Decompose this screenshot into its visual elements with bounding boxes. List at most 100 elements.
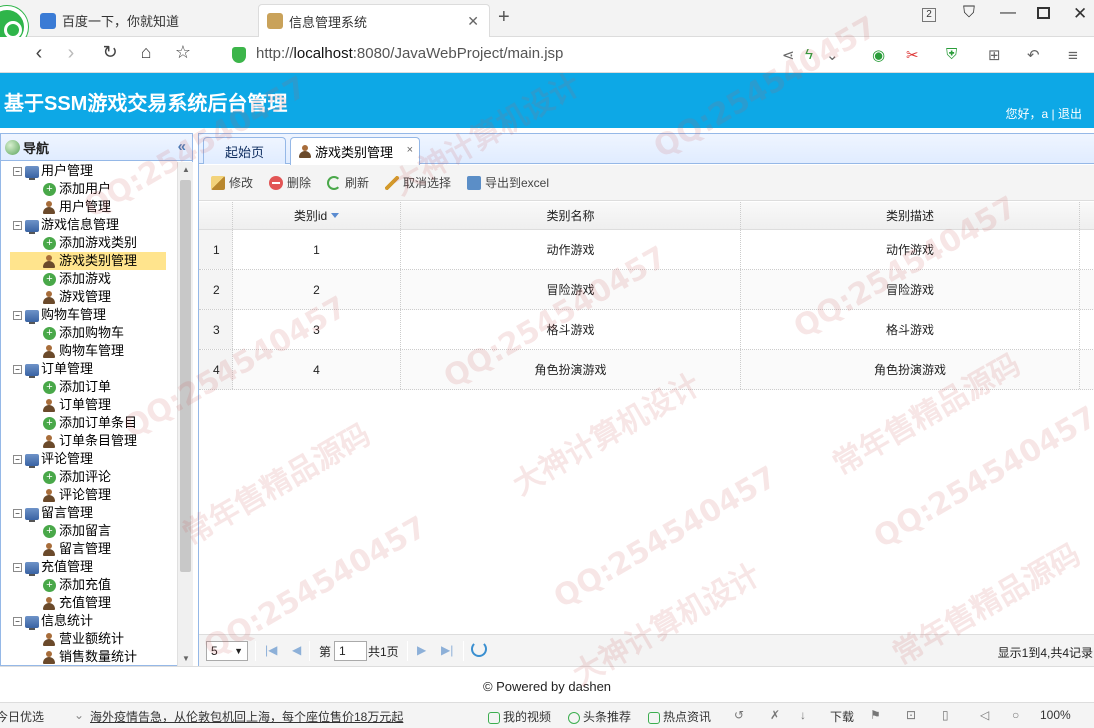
forward-icon[interactable]: › (58, 42, 84, 65)
flag-icon[interactable]: ⚑ (870, 708, 881, 722)
shirt-icon[interactable]: ⛉ (963, 4, 975, 22)
loop-icon[interactable]: ↺ (734, 708, 744, 722)
nav-item[interactable]: + 添加充值 (1, 576, 176, 594)
lightning-icon[interactable]: ϟ (805, 46, 813, 63)
nav-item[interactable]: 游戏类别管理 (10, 252, 166, 270)
shield-extension-icon[interactable]: ⛨ (946, 46, 957, 63)
collapse-toggle-icon[interactable]: − (13, 311, 22, 321)
phone-icon[interactable]: ▯ (942, 708, 949, 722)
cancel-select-button[interactable]: 取消选择 (385, 174, 451, 192)
collapse-toggle-icon[interactable]: − (13, 365, 22, 375)
magnifier-icon[interactable]: ○ (1012, 708, 1019, 722)
scrollbar-thumb[interactable] (180, 180, 191, 572)
nav-item[interactable]: + 添加用户 (1, 180, 176, 198)
nav-group[interactable]: − 订单管理 (1, 360, 176, 378)
close-window-icon[interactable]: ✕ (1073, 4, 1087, 24)
first-page-icon[interactable]: |◀ (265, 643, 277, 657)
tools-icon[interactable]: ✗ (770, 708, 780, 722)
table-row[interactable]: 4 4 角色扮演游戏 角色扮演游戏 (199, 350, 1094, 390)
collapse-toggle-icon[interactable]: − (13, 509, 22, 519)
zoom-level[interactable]: 100% (1040, 708, 1071, 722)
news-ticker-link[interactable]: 海外疫情告急，从伦敦包机回上海，每个座位售价18万元起 (90, 708, 403, 725)
nav-item[interactable]: + 添加游戏 (1, 270, 176, 288)
back-icon[interactable]: ‹ (26, 42, 52, 65)
nav-item[interactable]: + 添加订单条目 (1, 414, 176, 432)
close-tab-icon[interactable]: × (407, 144, 413, 156)
nav-item[interactable]: 留言管理 (1, 540, 176, 558)
table-row[interactable]: 3 3 格斗游戏 格斗游戏 (199, 310, 1094, 350)
delete-button[interactable]: 删除 (269, 174, 311, 192)
nav-item[interactable]: + 添加留言 (1, 522, 176, 540)
nav-item[interactable]: + 添加游戏类别 (1, 234, 176, 252)
tab-game-category[interactable]: 游戏类别管理 × (290, 137, 420, 165)
nav-item[interactable]: 游戏管理 (1, 288, 176, 306)
edit-button[interactable]: 修改 (211, 174, 253, 192)
screenshot-icon[interactable]: ⊡ (906, 708, 916, 722)
nav-group[interactable]: − 购物车管理 (1, 306, 176, 324)
collapse-toggle-icon[interactable]: − (13, 221, 22, 231)
nav-item[interactable]: 评论管理 (1, 486, 176, 504)
extension-green-icon[interactable]: ◉ (872, 46, 885, 64)
menu-icon[interactable]: ≡ (1068, 46, 1078, 66)
headline-link[interactable]: 头条推荐 (568, 708, 631, 725)
nav-group[interactable]: − 用户管理 (1, 162, 176, 180)
nav-item[interactable]: 订单管理 (1, 396, 176, 414)
browser-tab-active[interactable]: 信息管理系统 ✕ (258, 4, 490, 37)
share-icon[interactable]: ⋖ (782, 46, 795, 64)
pager-refresh-icon[interactable] (471, 641, 487, 657)
last-page-icon[interactable]: ▶| (441, 643, 453, 657)
user-greeting-logout[interactable]: 您好，a | 退出 (1006, 105, 1082, 122)
minimize-icon[interactable]: — (1000, 4, 1016, 22)
scroll-down-icon[interactable]: ▼ (182, 654, 190, 663)
scissors-icon[interactable]: ✂ (906, 46, 919, 64)
page-size-select[interactable]: 5 ▼ (206, 641, 248, 661)
nav-item[interactable]: 销售数量统计 (1, 648, 176, 666)
nav-item[interactable]: 订单条目管理 (1, 432, 176, 450)
nav-item[interactable]: + 添加订单 (1, 378, 176, 396)
download-arrow-icon[interactable]: ↓ (800, 708, 806, 722)
prev-page-icon[interactable]: ◀ (292, 643, 301, 657)
new-tab-icon[interactable]: + (498, 6, 510, 29)
maximize-icon[interactable] (1037, 7, 1050, 19)
nav-item[interactable]: + 添加购物车 (1, 324, 176, 342)
chevron-down-icon[interactable]: ⌄ (826, 46, 839, 64)
nav-item[interactable]: 营业额统计 (1, 630, 176, 648)
browser-tab-baidu[interactable]: 百度一下，你就知道 (32, 4, 254, 37)
download-link[interactable]: 下载 (830, 708, 854, 725)
column-header-name[interactable]: 类别名称 (401, 202, 741, 229)
tab-count-badge[interactable]: 2 (922, 8, 936, 22)
star-icon[interactable]: ☆ (170, 42, 196, 63)
reload-icon[interactable]: ↻ (97, 42, 123, 63)
export-excel-button[interactable]: 导出到excel (467, 174, 549, 192)
collapse-icon[interactable]: « (178, 138, 186, 155)
table-row[interactable]: 1 1 动作游戏 动作游戏 (199, 230, 1094, 270)
collapse-toggle-icon[interactable]: − (13, 563, 22, 573)
nav-group[interactable]: − 充值管理 (1, 558, 176, 576)
close-tab-icon[interactable]: ✕ (467, 13, 479, 30)
nav-item[interactable]: 充值管理 (1, 594, 176, 612)
nav-item[interactable]: 用户管理 (1, 198, 176, 216)
next-page-icon[interactable]: ▶ (417, 643, 426, 657)
nav-group[interactable]: − 信息统计 (1, 612, 176, 630)
speaker-icon[interactable]: ◁ (980, 708, 989, 722)
refresh-button[interactable]: 刷新 (327, 174, 369, 192)
collapse-toggle-icon[interactable]: − (13, 617, 22, 627)
nav-group[interactable]: − 评论管理 (1, 450, 176, 468)
chevron-down-icon[interactable]: ⌄ (74, 708, 84, 722)
tab-home[interactable]: 起始页 (203, 137, 286, 164)
home-icon[interactable]: ⌂ (133, 42, 159, 63)
nav-item[interactable]: + 添加评论 (1, 468, 176, 486)
nav-group[interactable]: − 游戏信息管理 (1, 216, 176, 234)
collapse-toggle-icon[interactable]: − (13, 455, 22, 465)
nav-group[interactable]: − 留言管理 (1, 504, 176, 522)
column-header-id[interactable]: 类别id (233, 202, 401, 229)
daily-picks-link[interactable]: 今日优选 (0, 708, 44, 725)
column-header-desc[interactable]: 类别描述 (741, 202, 1080, 229)
page-number-input[interactable]: 1 (334, 641, 367, 661)
grid-apps-icon[interactable]: ⊞ (988, 46, 1001, 64)
table-row[interactable]: 2 2 冒险游戏 冒险游戏 (199, 270, 1094, 310)
url-field[interactable]: http://localhost:8080/JavaWebProject/mai… (256, 45, 563, 62)
my-video-link[interactable]: 我的视频 (488, 708, 551, 725)
collapse-toggle-icon[interactable]: − (13, 167, 22, 177)
hot-news-link[interactable]: 热点资讯 (648, 708, 711, 725)
